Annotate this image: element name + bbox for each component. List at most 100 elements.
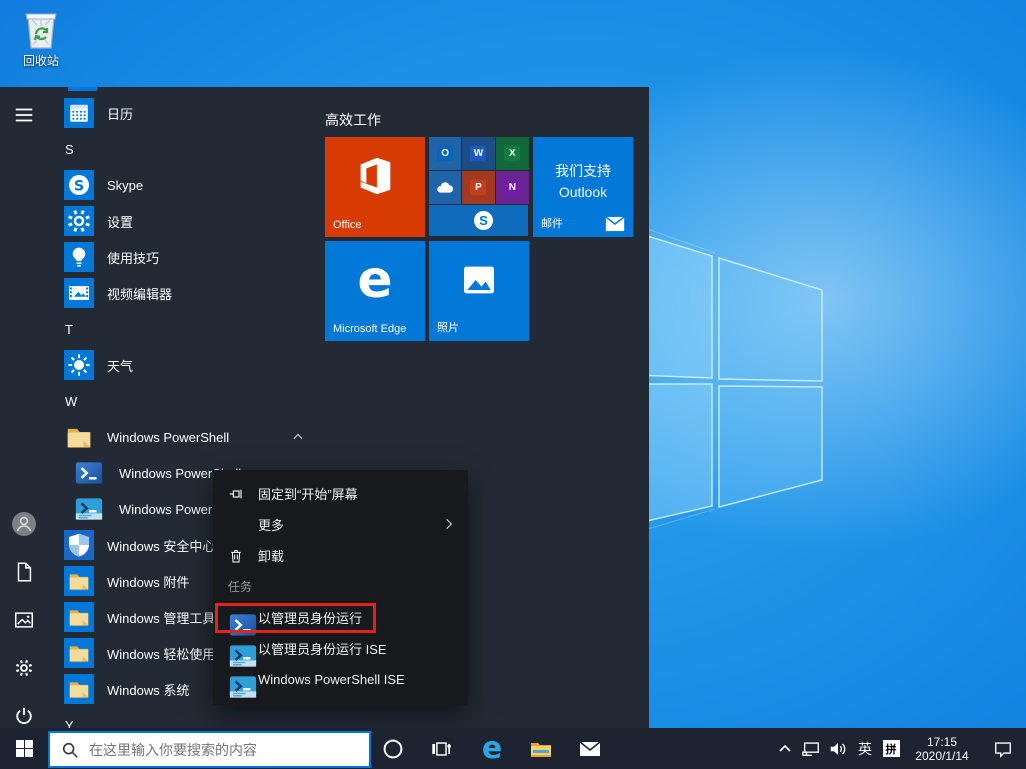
app-section-letter[interactable]: T (48, 311, 320, 347)
app-list-item[interactable]: Windows PowerShell (48, 419, 320, 455)
powershell-ise-icon (74, 494, 104, 524)
context-menu-item[interactable]: Windows PowerShell ISE (213, 664, 468, 695)
taskbar-search-box[interactable] (48, 731, 371, 768)
section-letter-label: Y (65, 718, 74, 729)
network-button[interactable] (797, 728, 824, 769)
tile-mail[interactable]: 我们支持Outlook 邮件 (533, 137, 633, 237)
app-list-item[interactable]: 设置 (48, 203, 320, 239)
taskbar-clock[interactable]: 17:15 2020/1/14 (904, 728, 980, 769)
rail-documents-button[interactable] (0, 548, 48, 596)
folder-tile-icon (64, 602, 94, 632)
tile-office-apps[interactable]: OWXPNS (429, 137, 529, 237)
edge-icon: e (482, 734, 502, 764)
onedrive-cell (429, 171, 462, 205)
context-menu-item[interactable]: 固定到“开始”屏幕 (213, 478, 468, 509)
cloud-icon (434, 177, 456, 199)
start-menu-rail (0, 87, 48, 728)
mail-button[interactable] (568, 728, 612, 769)
context-menu: 固定到“开始”屏幕更多卸载任务以管理员身份运行以管理员身份运行 ISEWindo… (213, 470, 468, 705)
network-icon (801, 739, 821, 759)
app-list-item[interactable]: 使用技巧 (48, 239, 320, 275)
app-label: Windows 管理工具 (107, 608, 215, 627)
app-list-item[interactable]: 视频编辑器 (48, 275, 320, 311)
app-label: 日历 (107, 104, 133, 123)
app-letter: X (504, 146, 520, 161)
chevron-right-icon (442, 517, 456, 531)
section-letter-label: S (65, 142, 74, 157)
task-view-icon (430, 738, 452, 760)
tile-edge[interactable]: eMicrosoft Edge (325, 241, 425, 341)
ime-mode-indicator[interactable]: 拼 (878, 728, 904, 769)
app-list-item[interactable]: SSkype (48, 167, 320, 203)
app-letter: N (504, 180, 520, 195)
app-label: Windows PowerShell (107, 430, 229, 445)
file-explorer-button[interactable] (519, 728, 563, 769)
tile-label: 照片 (437, 319, 459, 335)
video-icon (64, 278, 94, 308)
app-section-letter[interactable]: W (48, 383, 320, 419)
recycle-bin-desktop-icon[interactable]: 回收站 (12, 7, 70, 69)
context-menu-item-label: 以管理员身份运行 ISE (258, 639, 387, 658)
taskbar: e (0, 728, 1026, 769)
volume-button[interactable] (824, 728, 852, 769)
folder-tile-icon (64, 638, 94, 668)
edge-button[interactable]: e (470, 728, 514, 769)
user-icon (11, 511, 37, 537)
search-input[interactable] (87, 741, 369, 759)
office-app-cell-X: X (496, 137, 529, 171)
chevron-up-icon[interactable] (288, 427, 308, 447)
clock-date: 2020/1/14 (915, 749, 968, 763)
desktop: 回收站 日历 S SSkype设置使用技巧视频编辑器T天气 W Windows Powe… (0, 0, 1026, 769)
rail-menu-button[interactable] (0, 91, 48, 139)
tile-label: 邮件 (541, 215, 563, 231)
app-label: Windows 安全中心 (107, 536, 215, 555)
app-section-letter[interactable]: S (48, 131, 320, 167)
rail-user-button[interactable] (0, 500, 48, 548)
tile-photos[interactable]: 照片 (429, 241, 529, 341)
section-letter-label: W (65, 394, 77, 409)
cortana-icon (382, 738, 404, 760)
hamburger-icon (13, 104, 35, 126)
app-letter: P (470, 180, 486, 195)
rail-settings-button[interactable] (0, 644, 48, 692)
sun-icon (64, 350, 94, 380)
start-button[interactable] (0, 728, 48, 769)
context-menu-item-label: 更多 (258, 515, 284, 534)
app-label: 使用技巧 (107, 248, 159, 267)
recycle-bin-icon (12, 7, 70, 51)
recycle-bin-label: 回收站 (12, 52, 70, 69)
edge-logo-icon: e (325, 241, 425, 319)
calendar-icon (64, 98, 94, 128)
context-menu-section-header: 任务 (213, 571, 468, 602)
ime-language-indicator[interactable]: 英 (852, 728, 878, 769)
app-label: Windows 附件 (107, 572, 189, 591)
mail-tile-line: 我们支持 (533, 161, 633, 182)
system-tray: 英 拼 17:15 2020/1/14 (773, 728, 1026, 769)
mail-tile-text: 我们支持Outlook (533, 161, 633, 203)
tray-expand-button[interactable] (773, 728, 797, 769)
power-icon (13, 705, 35, 727)
rail-power-button[interactable] (0, 692, 48, 728)
app-list-item[interactable]: 天气 (48, 347, 320, 383)
picture-icon (13, 609, 35, 631)
rail-pictures-button[interactable] (0, 596, 48, 644)
app-label: Skype (107, 178, 143, 193)
context-menu-item[interactable]: 卸载 (213, 540, 468, 571)
search-icon (61, 741, 79, 759)
mail-icon (578, 737, 602, 761)
action-center-button[interactable] (980, 728, 1026, 769)
powershell-ise-icon (228, 641, 244, 657)
task-view-button[interactable] (419, 728, 463, 769)
shield-icon (64, 530, 94, 560)
cortana-button[interactable] (371, 728, 415, 769)
folder-icon (64, 422, 94, 452)
clock-time: 17:15 (927, 735, 957, 749)
app-section-letter[interactable]: Y (48, 707, 320, 728)
context-menu-item[interactable]: 以管理员身份运行 ISE (213, 633, 468, 664)
tile-label: Office (333, 219, 362, 231)
context-menu-item[interactable]: 更多 (213, 509, 468, 540)
office-app-cell-O: O (429, 137, 462, 171)
app-list-item[interactable]: 日历 (48, 95, 320, 131)
office-app-cell-P: P (462, 171, 495, 205)
tile-office[interactable]: Office (325, 137, 425, 237)
